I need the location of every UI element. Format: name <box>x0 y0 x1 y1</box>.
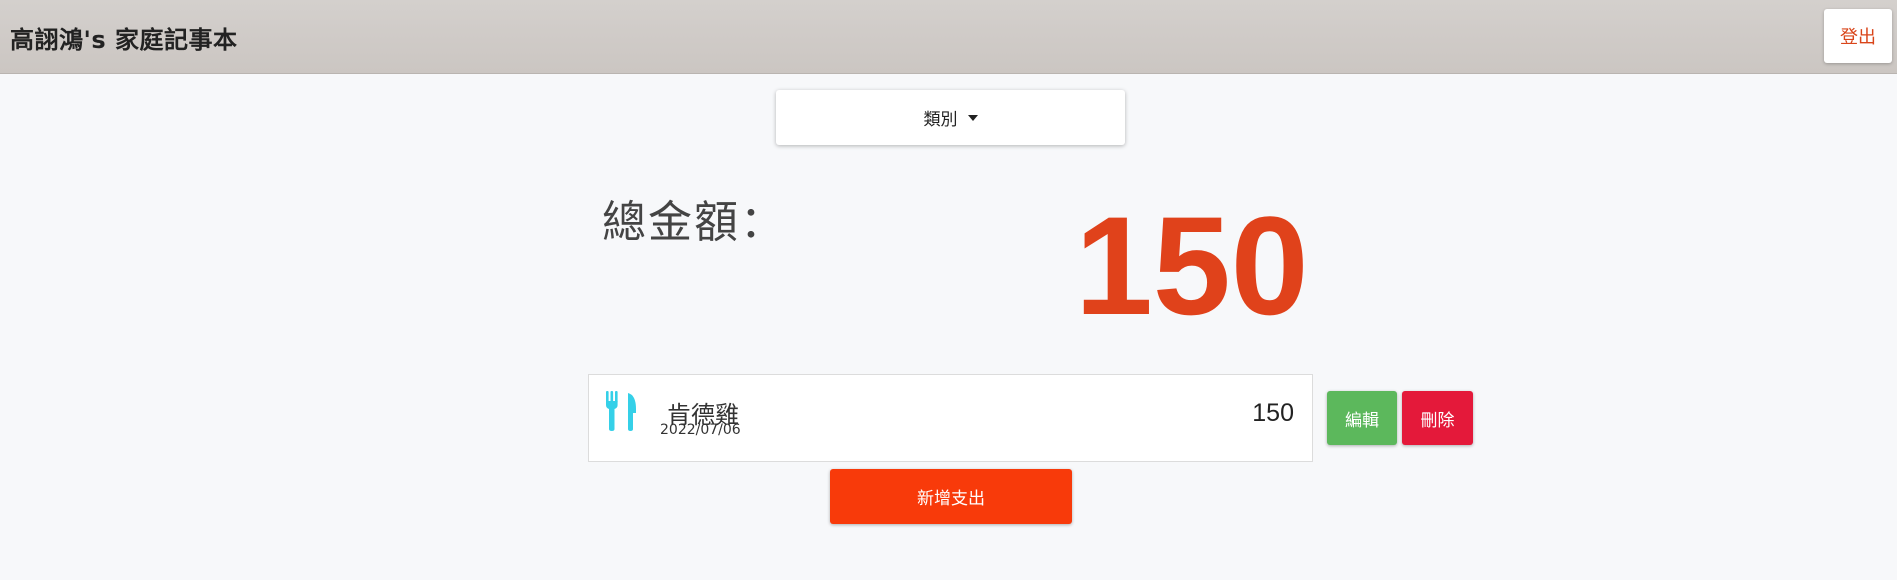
utensils-icon <box>606 391 636 431</box>
top-navbar: 高詡鴻's 家庭記事本 登出 <box>0 0 1897 74</box>
total-amount-value: 150 <box>1075 187 1309 344</box>
edit-button[interactable]: 編輯 <box>1327 391 1397 445</box>
total-amount-label: 總金額： <box>602 197 786 248</box>
category-dropdown-label: 類別 <box>923 110 958 130</box>
app-title: 高詡鴻's 家庭記事本 <box>10 26 238 54</box>
expense-list-item[interactable]: 肯德雞 2022/07/06 150 <box>588 374 1313 462</box>
category-dropdown[interactable]: 類別 <box>776 90 1125 145</box>
delete-button[interactable]: 刪除 <box>1402 391 1473 445</box>
add-expense-button[interactable]: 新增支出 <box>830 469 1072 524</box>
logout-button[interactable]: 登出 <box>1824 9 1892 63</box>
expense-date: 2022/07/06 <box>660 422 741 438</box>
caret-down-icon <box>967 114 978 121</box>
expense-amount: 150 <box>1252 399 1294 427</box>
